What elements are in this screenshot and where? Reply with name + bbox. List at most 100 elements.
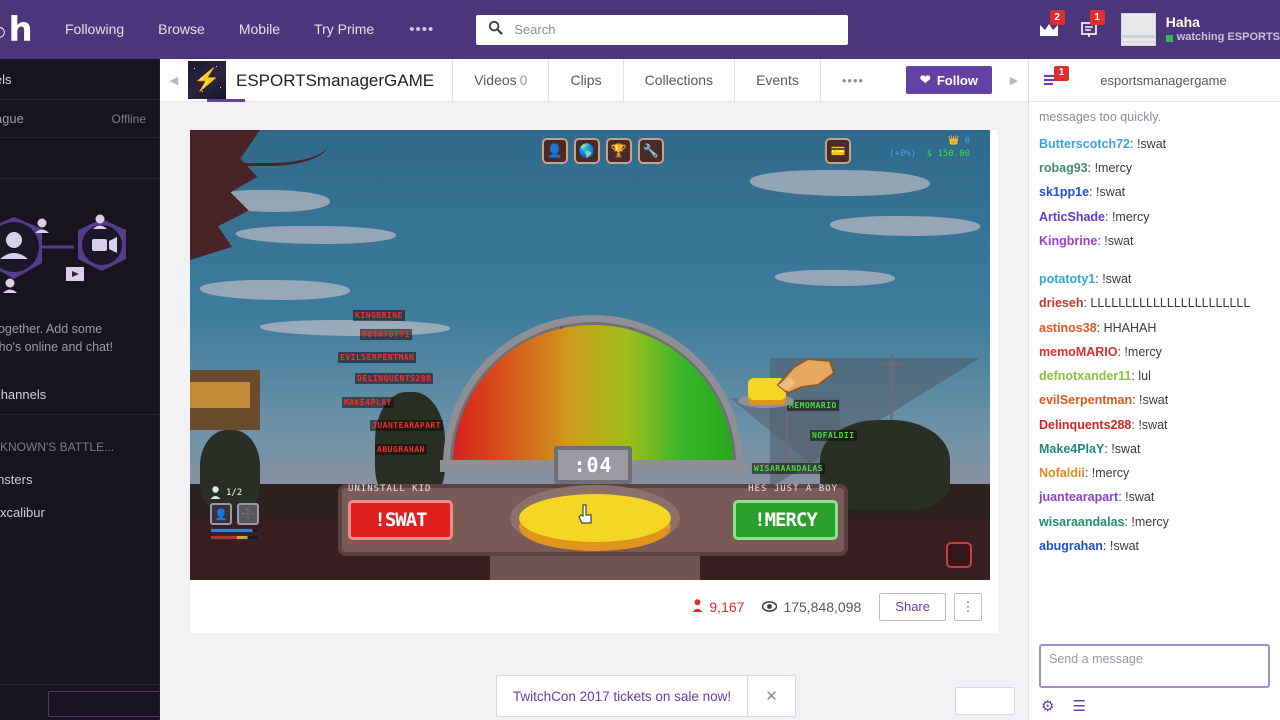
game-timer: :04 xyxy=(554,446,632,484)
floating-name-green: WISARAANDALAS xyxy=(752,463,826,474)
twitch-channel-page: ♧h Following Browse Mobile Try Prime •••… xyxy=(0,0,1280,720)
chat-menu-icon[interactable]: 1 xyxy=(1029,59,1073,102)
chat-message-username[interactable]: Delinquents288 xyxy=(1039,418,1131,432)
chat-message-username[interactable]: juantearapart xyxy=(1039,490,1118,504)
nav-more-button[interactable]: •••• xyxy=(391,0,452,59)
channel-name[interactable]: ESPORTSmanagerGAME xyxy=(236,59,452,102)
sidebar-item-recommended-2[interactable]: ght_Excalibur tic xyxy=(0,496,159,544)
tab-events-label: Events xyxy=(756,71,799,88)
chat-message-username[interactable]: evilSerpentman xyxy=(1039,393,1132,407)
party-card-add[interactable]: ➕ xyxy=(237,503,259,525)
nav-link-browse[interactable]: Browse xyxy=(141,0,222,59)
sidebar-item-recommended-1[interactable]: inimonsters xyxy=(0,463,159,496)
channel-tabs-more-button[interactable]: •••• xyxy=(819,58,885,102)
mercy-button[interactable]: !MERCY xyxy=(733,500,838,540)
chat-message-username[interactable]: robag93 xyxy=(1039,161,1088,175)
user-avatar[interactable] xyxy=(1120,13,1156,46)
follow-button-label: Follow xyxy=(936,72,978,88)
trash-icon[interactable]: 🗑 xyxy=(946,542,972,568)
avatar-line-1 xyxy=(1121,35,1155,38)
big-yellow-button[interactable] xyxy=(519,494,671,542)
chat-message-text: : HHAHAH xyxy=(1096,320,1157,335)
video-player[interactable]: :04 KINGBRINE POTATOTY1 EVILSERPENTMAN D… xyxy=(190,130,990,580)
map-pin-icon[interactable]: 🌎 xyxy=(574,138,600,164)
sidebar-channel-status: Offline xyxy=(111,111,146,126)
user-menu[interactable]: Haha watching ESPORTS xyxy=(1165,14,1280,45)
tab-videos[interactable]: Videos 0 xyxy=(452,58,548,102)
floating-name-red: EVILSERPENTMAN xyxy=(338,352,417,363)
chat-message-username[interactable]: wisaraandalas xyxy=(1039,515,1124,529)
chat-message-username[interactable]: astinos38 xyxy=(1039,321,1097,335)
nav-link-try-prime[interactable]: Try Prime xyxy=(297,0,391,59)
party-header: 1/2 xyxy=(210,486,259,499)
chat-message-username[interactable]: Kingbrine xyxy=(1039,234,1097,248)
viewer-count: 9,167 xyxy=(692,599,744,615)
chat-message: potatoty1: !swat xyxy=(1039,267,1270,291)
crown-count: 0 xyxy=(964,136,970,146)
chat-message-username[interactable]: ArticShade xyxy=(1039,210,1105,224)
sidebar-rec-name-1: inimonsters xyxy=(0,472,33,488)
twitch-logo-icon: ♧h xyxy=(0,10,33,50)
chat-message-username[interactable]: Make4PlaY xyxy=(1039,442,1104,456)
channel-avatar[interactable]: ⚡ xyxy=(188,61,226,99)
shop-terminal-icon[interactable]: 💳 xyxy=(825,138,851,164)
chat-message-username[interactable]: potatoty1 xyxy=(1039,272,1095,286)
trophy-icon[interactable]: 🏆 xyxy=(606,138,632,164)
search-box[interactable] xyxy=(476,14,849,45)
sidebar-rec-sub-2: tic xyxy=(0,521,146,535)
twitch-logo[interactable]: ♧h xyxy=(0,0,38,59)
search-input[interactable] xyxy=(514,22,849,37)
tab-clips[interactable]: Clips xyxy=(548,58,622,102)
chevron-left-icon[interactable]: ◀ xyxy=(160,59,188,102)
kebab-menu-icon[interactable]: ⋮ xyxy=(954,592,982,621)
chat-messages-list[interactable]: messages too quickly. Butterscotch72: !s… xyxy=(1029,102,1280,636)
list-icon[interactable]: ☰ xyxy=(1072,699,1085,714)
tools-icon[interactable]: 🔧 xyxy=(638,138,664,164)
party-card-filled[interactable]: 👤 xyxy=(210,503,232,525)
close-icon[interactable]: ✕ xyxy=(747,676,795,716)
viewer-count-value: 9,167 xyxy=(709,598,745,615)
chat-message-username[interactable]: Nofaldii xyxy=(1039,466,1085,480)
chevron-right-icon[interactable]: ▶ xyxy=(1000,59,1028,102)
chat-message-text: : !mercy xyxy=(1105,209,1150,224)
messages-button[interactable]: 1 xyxy=(1069,0,1109,59)
chat-input[interactable] xyxy=(1039,644,1270,688)
chat-message-username[interactable]: sk1pp1e xyxy=(1039,185,1089,199)
gear-icon[interactable]: ⚙ xyxy=(1041,699,1054,714)
game-gauge xyxy=(443,315,743,467)
game-currency-hud: 👑 0 (+0%) $ 150.00 xyxy=(889,136,970,159)
power-pole-arm xyxy=(878,362,905,365)
share-button[interactable]: Share xyxy=(879,592,946,621)
nav-link-following[interactable]: Following xyxy=(48,0,141,59)
channel-tabs: Videos 0 Clips Collections Events •••• xyxy=(452,58,885,102)
character-icon[interactable]: 👤 xyxy=(542,138,568,164)
chat-message: Kingbrine: !swat xyxy=(1039,229,1270,253)
chat-message: wisaraandalas: !mercy xyxy=(1039,510,1270,534)
live-dot-icon xyxy=(1165,34,1173,42)
twitchcon-banner-link[interactable]: TwitchCon 2017 tickets on sale now! xyxy=(497,689,747,704)
crown-badge: 2 xyxy=(1049,10,1065,25)
twitchcon-banner: TwitchCon 2017 tickets on sale now! ✕ xyxy=(496,675,796,717)
follow-button[interactable]: ❤ Follow xyxy=(905,66,992,94)
sidebar-item-rocket-league[interactable]: et League Offline xyxy=(0,100,159,138)
crown-notifications-button[interactable]: 2 xyxy=(1029,0,1069,59)
chat-message-username[interactable]: defnotxander11 xyxy=(1039,369,1131,383)
tab-clips-label: Clips xyxy=(570,71,602,88)
cash-amount: 150.00 xyxy=(937,149,970,159)
chat-message-text: : !swat xyxy=(1104,441,1141,456)
chat-message-text: : !mercy xyxy=(1087,161,1133,176)
tab-events[interactable]: Events xyxy=(734,58,820,102)
chat-message-username[interactable]: drieseh xyxy=(1039,296,1083,310)
chat-message-text: : !swat xyxy=(1131,417,1168,432)
nav-link-mobile[interactable]: Mobile xyxy=(222,0,297,59)
game-party-hud: 1/2 👤 ➕ xyxy=(210,486,259,542)
chat-message-username[interactable]: Butterscotch72 xyxy=(1039,137,1130,151)
chat-message-username[interactable]: abugrahan xyxy=(1039,539,1103,553)
swat-button[interactable]: !SWAT xyxy=(348,500,453,540)
tab-collections-label: Collections xyxy=(644,71,714,88)
tab-collections[interactable]: Collections xyxy=(622,58,734,102)
avatar-line-2 xyxy=(1121,41,1155,43)
sidebar-item-recommended-0[interactable]: CS ERUNKNOWN'S BATTLE... xyxy=(0,415,159,463)
chat-message-username[interactable]: memoMARIO xyxy=(1039,345,1117,359)
sidebar-footer-box[interactable] xyxy=(48,691,159,717)
